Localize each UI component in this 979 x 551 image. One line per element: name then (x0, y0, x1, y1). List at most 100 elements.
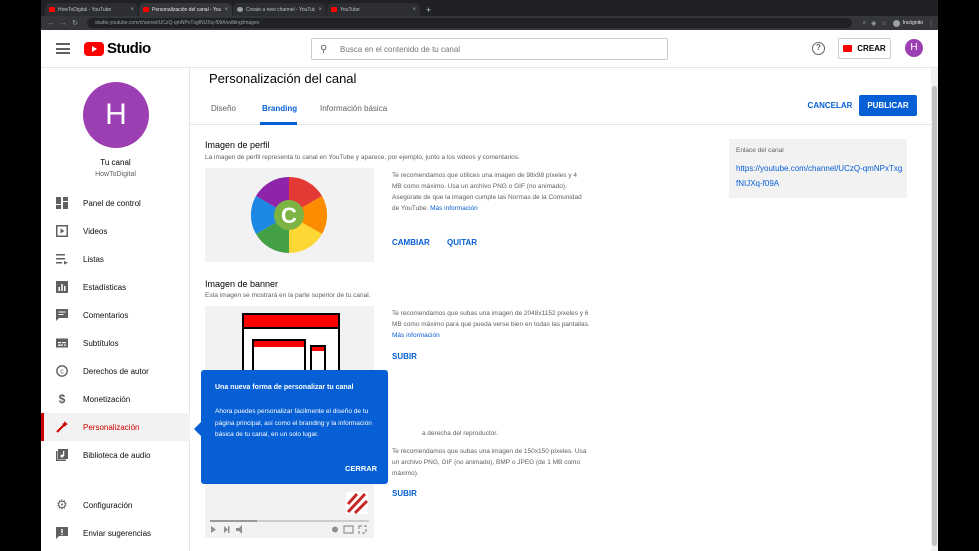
sidebar-item-videos[interactable]: Videos (41, 217, 190, 245)
sidebar-item-label: Configuración (83, 500, 133, 510)
browser-tab-active[interactable]: Personalización del canal - YouTube Stud… (139, 3, 232, 16)
sidebar-item-playlists[interactable]: Listas (41, 245, 190, 273)
watermark-image (346, 492, 369, 515)
channel-link-url[interactable]: https://youtube.com/channel/UCzQ-qmNPxTx… (736, 161, 904, 191)
monetization-icon: $ (58, 392, 66, 406)
tab-title: Personalización del canal - YouTube Stud… (152, 6, 222, 13)
sidebar-item-monetization[interactable]: $ Monetización (41, 385, 190, 413)
remove-button[interactable]: QUITAR (447, 238, 477, 247)
audio-library-icon (56, 449, 68, 461)
svg-text:c: c (60, 369, 64, 376)
account-avatar[interactable]: H (905, 39, 923, 57)
browser-tab-strip: HowToDigital - YouTube × Personalización … (41, 0, 938, 16)
sidebar-item-label: Videos (83, 226, 108, 236)
channel-avatar[interactable]: H (83, 82, 149, 148)
url-field[interactable]: studio.youtube.com/channel/UCzQ-qmNPxTxg… (87, 18, 852, 28)
sidebar-item-dashboard[interactable]: Panel de control (41, 189, 190, 217)
tab-basic-info[interactable]: Información básica (320, 104, 387, 113)
youtube-favicon-icon (49, 7, 55, 12)
hamburger-menu-icon[interactable] (56, 43, 70, 54)
tab-title: Create a new channel - YouTube (246, 6, 316, 13)
incognito-eye-icon[interactable]: ◉ (871, 20, 876, 27)
tab-layout[interactable]: Diseño (211, 104, 236, 113)
back-arrow-icon[interactable]: ← (45, 20, 57, 27)
profile-button[interactable]: Incógnito (892, 19, 923, 27)
upload-banner-button[interactable]: SUBIR (392, 352, 417, 361)
your-channel-label: Tu canal (100, 158, 131, 167)
upload-watermark-button[interactable]: SUBIR (392, 489, 417, 498)
publish-button[interactable]: PUBLICAR (859, 95, 917, 116)
profile-section-title: Imagen de perfil (205, 140, 270, 150)
change-button[interactable]: CAMBIAR (392, 238, 430, 247)
feature-tooltip: Una nueva forma de personalizar tu canal… (194, 370, 388, 484)
help-icon[interactable]: ? (812, 42, 825, 55)
profile-more-info-link[interactable]: Más información (430, 205, 478, 212)
page-title: Personalización del canal (209, 71, 357, 86)
sidebar-item-copyright[interactable]: c Derechos de autor (41, 357, 190, 385)
sidebar-item-feedback[interactable]: Enviar sugerencias (41, 519, 190, 547)
tooltip-body: Ahora puedes personalizar fácilmente el … (215, 408, 372, 438)
sidebar-item-analytics[interactable]: Estadísticas (41, 273, 190, 301)
screen: HowToDigital - YouTube × Personalización … (0, 0, 979, 551)
sidebar-item-settings[interactable]: ⚙ Configuración (41, 491, 190, 519)
incognito-icon (892, 19, 900, 27)
profile-image-preview: C (205, 168, 374, 262)
browser-menu-icon[interactable]: ⋮ (928, 20, 934, 27)
browser-tab[interactable]: Create a new channel - YouTube × (233, 3, 326, 16)
analytics-icon (56, 281, 68, 293)
close-tab-icon[interactable]: × (318, 7, 322, 13)
reload-icon[interactable]: ↻ (69, 19, 81, 27)
branding-content: Imagen de perfil La imagen de perfil rep… (190, 125, 938, 551)
search-icon[interactable]: ⚲ (320, 44, 340, 55)
customization-icon (56, 421, 68, 433)
close-tab-icon[interactable]: × (224, 7, 228, 13)
sidebar-item-customization[interactable]: Personalización (41, 413, 190, 441)
bookmark-star-icon[interactable]: ☆ (881, 20, 886, 27)
address-bar-row: ← → ↻ studio.youtube.com/channel/UCzQ-qm… (41, 16, 938, 30)
zoom-icon[interactable]: ⌕ (863, 20, 866, 27)
cancel-button[interactable]: CANCELAR (807, 96, 853, 116)
comments-icon (56, 309, 68, 321)
sidebar-item-audio-library[interactable]: Biblioteca de audio (41, 441, 190, 469)
create-button[interactable]: CREAR (838, 38, 891, 59)
close-tab-icon[interactable]: × (130, 7, 134, 13)
sidebar-item-label: Subtítulos (83, 338, 119, 348)
channel-link-card: Enlace del canal https://youtube.com/cha… (729, 139, 907, 198)
banner-section-description: Esta imagen se mostrará en la parte supe… (205, 292, 371, 299)
videos-icon (56, 225, 68, 237)
banner-more-info-link[interactable]: Más información (392, 332, 440, 339)
studio-logo[interactable]: Studio (84, 40, 151, 57)
page-header: Personalización del canal Diseño Brandin… (190, 68, 938, 125)
browser-tab[interactable]: YouTube × (327, 3, 420, 16)
sidebar-item-label: Derechos de autor (83, 366, 149, 376)
copyright-icon: c (56, 365, 68, 377)
forward-arrow-icon[interactable]: → (57, 20, 69, 27)
tooltip-close-button[interactable]: CERRAR (345, 464, 377, 473)
sidebar-item-label: Enviar sugerencias (83, 528, 152, 538)
profile-recommendation-text: Te recomendamos que utilices una imagen … (392, 172, 582, 212)
sidebar-item-label: Comentarios (83, 310, 129, 320)
settings-icon: ⚙ (56, 497, 68, 512)
search-box[interactable]: ⚲ (311, 38, 668, 60)
page-scrollbar[interactable] (931, 68, 938, 551)
sidebar-item-comments[interactable]: Comentarios (41, 301, 190, 329)
channel-name: HowToDigital (95, 171, 136, 178)
sidebar-item-subtitles[interactable]: Subtítulos (41, 329, 190, 357)
dashboard-icon (56, 197, 68, 209)
banner-recommendation-text: Te recomendamos que subas una imagen de … (392, 310, 590, 328)
create-label: CREAR (857, 44, 886, 53)
new-tab-button[interactable]: + (426, 4, 431, 16)
scrollbar-thumb[interactable] (932, 86, 937, 546)
browser-window: HowToDigital - YouTube × Personalización … (41, 0, 938, 551)
youtube-favicon-icon (331, 7, 337, 12)
search-input[interactable] (340, 44, 640, 54)
browser-tab[interactable]: HowToDigital - YouTube × (45, 3, 138, 16)
tab-title: YouTube (340, 6, 360, 13)
video-camera-icon (843, 45, 853, 52)
sidebar: H Tu canal HowToDigital Panel de control… (41, 68, 190, 551)
profile-section-description: La imagen de perfil representa tu canal … (205, 154, 520, 161)
svg-text:C: C (281, 203, 297, 228)
close-tab-icon[interactable]: × (412, 7, 416, 13)
sidebar-item-label: Personalización (83, 422, 140, 432)
tab-branding[interactable]: Branding (262, 104, 297, 113)
